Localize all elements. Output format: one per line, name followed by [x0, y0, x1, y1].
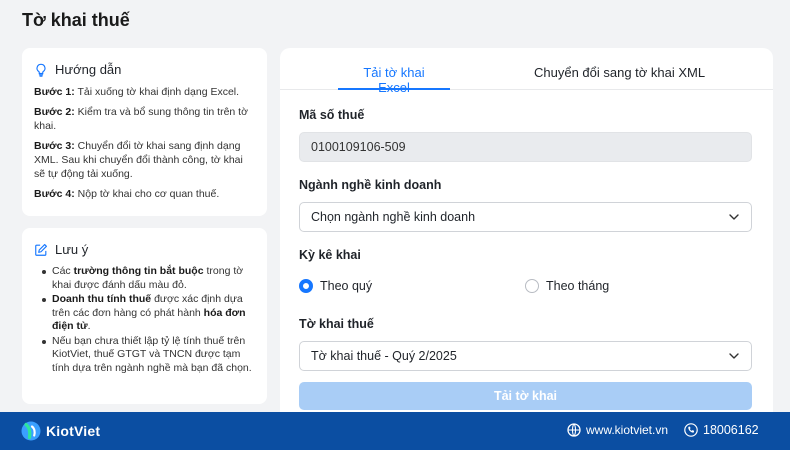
tab-bar: Tải tờ khai Excel Chuyển đổi sang tờ kha…: [280, 48, 773, 95]
note-item: Các trường thông tin bắt buộc trong tờ k…: [42, 265, 255, 292]
note-item: Doanh thu tính thuế được xác định dựa tr…: [42, 293, 255, 334]
chevron-down-icon: [728, 350, 740, 362]
chevron-down-icon: [728, 211, 740, 223]
period-radio-group: Theo quý Theo tháng: [299, 279, 752, 295]
tax-code-field: 0100109106-509: [299, 132, 752, 162]
declaration-form-card: Tải tờ khai Excel Chuyển đổi sang tờ kha…: [280, 48, 773, 428]
notes-heading: Lưu ý: [34, 242, 255, 257]
tab-convert-xml[interactable]: Chuyển đổi sang tờ khai XML: [534, 65, 705, 90]
footer-phone[interactable]: 18006162: [684, 423, 759, 437]
brand: KiotViet: [20, 420, 100, 442]
edit-note-icon: [34, 243, 48, 257]
notes-title: Lưu ý: [55, 242, 89, 257]
active-tab-indicator: [338, 88, 450, 90]
footer-bar: KiotViet www.kiotviet.vn 18006162: [0, 412, 790, 450]
brand-name: KiotViet: [46, 423, 101, 439]
guide-step-1: Bước 1: Tải xuống tờ khai định dạng Exce…: [34, 86, 240, 98]
period-label: Kỳ kê khai: [299, 248, 361, 262]
lightbulb-icon: [34, 63, 48, 77]
tax-code-label: Mã số thuế: [299, 108, 365, 122]
radio-checked-icon: [299, 279, 313, 293]
note-item: Nếu bạn chưa thiết lập tỷ lệ tính thuế t…: [42, 335, 255, 376]
notes-card: Lưu ý Các trường thông tin bắt buộc tron…: [22, 228, 267, 404]
industry-label: Ngành nghề kinh doanh: [299, 178, 442, 192]
radio-unchecked-icon: [525, 279, 539, 293]
declaration-select-value: Tờ khai thuế - Quý 2/2025: [311, 349, 457, 363]
industry-select-value: Chọn ngành nghề kinh doanh: [311, 210, 476, 224]
declaration-select[interactable]: Tờ khai thuế - Quý 2/2025: [299, 341, 752, 371]
tax-code-value: 0100109106-509: [311, 140, 406, 154]
guide-title: Hướng dẫn: [55, 62, 122, 77]
industry-select[interactable]: Chọn ngành nghề kinh doanh: [299, 202, 752, 232]
radio-by-quarter-label: Theo quý: [320, 279, 373, 293]
footer-website[interactable]: www.kiotviet.vn: [567, 423, 668, 437]
tab-download-excel[interactable]: Tải tờ khai Excel: [346, 65, 442, 95]
page-title: Tờ khai thuế: [22, 10, 130, 30]
phone-icon: [684, 423, 698, 437]
kiotviet-logo-icon: [20, 420, 42, 442]
guide-step-2: Bước 2: Kiểm tra và bổ sung thông tin tr…: [34, 106, 248, 132]
phone-text: 18006162: [703, 423, 759, 437]
download-declaration-button[interactable]: Tải tờ khai: [299, 382, 752, 410]
globe-icon: [567, 423, 581, 437]
guide-step-4: Bước 4: Nộp tờ khai cho cơ quan thuế.: [34, 188, 220, 200]
notes-list: Các trường thông tin bắt buộc trong tờ k…: [34, 265, 255, 375]
guide-step-3: Bước 3: Chuyển đổi tờ khai sang định dạn…: [34, 140, 243, 180]
declaration-label: Tờ khai thuế: [299, 317, 374, 331]
radio-by-month[interactable]: Theo tháng: [525, 279, 609, 293]
website-text: www.kiotviet.vn: [586, 423, 669, 437]
guide-card: Hướng dẫn Bước 1: Tải xuống tờ khai định…: [22, 48, 267, 216]
radio-by-month-label: Theo tháng: [546, 279, 610, 293]
guide-heading: Hướng dẫn: [34, 62, 255, 77]
radio-by-quarter[interactable]: Theo quý: [299, 279, 372, 293]
